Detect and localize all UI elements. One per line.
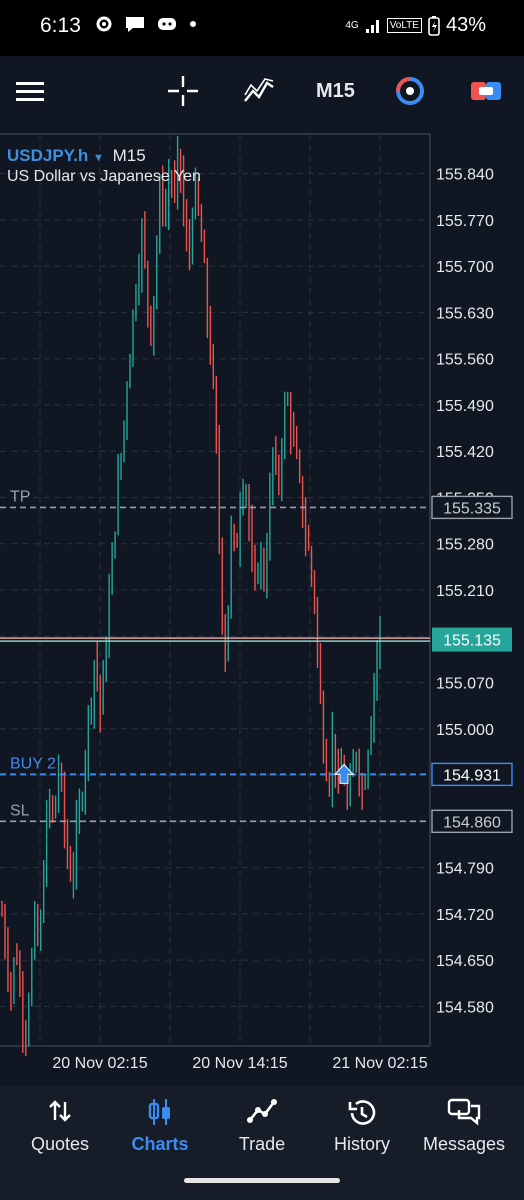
status-system-icons: 4G VoLTE 43% — [345, 14, 486, 37]
trade-line-icon — [247, 1099, 277, 1123]
current-price-label: 155.135 — [443, 633, 501, 650]
y-tick-label: 154.790 — [436, 861, 494, 878]
dot-icon — [190, 21, 196, 27]
y-tick-label: 155.280 — [436, 537, 494, 554]
x-tick-label: 20 Nov 02:15 — [52, 1055, 147, 1072]
crosshair-button[interactable] — [165, 56, 201, 126]
order-price-label: 155.335 — [443, 500, 501, 517]
network-type: 4G — [345, 20, 359, 31]
nav-label: History — [333, 1134, 390, 1154]
y-tick-label: 155.770 — [436, 213, 494, 230]
y-tick-label: 155.070 — [436, 676, 494, 693]
chevron-down-icon[interactable]: ▼ — [93, 152, 104, 164]
volte-badge: VoLTE — [386, 18, 422, 33]
symbol-timeframe: M15 — [112, 146, 146, 165]
order-level-label: SL — [10, 802, 30, 819]
timeframe-button[interactable]: M15 — [316, 80, 355, 103]
y-tick-label: 155.490 — [436, 398, 494, 415]
trade-button[interactable] — [466, 56, 506, 126]
y-tick-label: 155.420 — [436, 444, 494, 461]
menu-button[interactable] — [10, 56, 50, 126]
nav-label: Messages — [422, 1134, 506, 1154]
order-level-label: TP — [10, 488, 30, 505]
trade-switch-icon — [471, 82, 501, 100]
one-click-trading-icon — [396, 77, 424, 105]
one-click-trading-button[interactable] — [390, 56, 430, 126]
messages-icon — [447, 1098, 481, 1126]
nav-label: Quotes — [30, 1134, 90, 1154]
y-tick-label: 155.210 — [436, 583, 494, 600]
indicators-button[interactable] — [240, 56, 278, 126]
nav-messages[interactable]: Messages — [412, 1086, 516, 1166]
hamburger-menu-icon — [16, 82, 44, 101]
order-price-label: 154.931 — [443, 767, 501, 784]
history-clock-icon — [348, 1100, 376, 1125]
symbol-description: US Dollar vs Japanese Yen — [7, 168, 201, 185]
sort-arrows-icon — [49, 1100, 71, 1122]
price-chart[interactable]: 155.840 155.770 155.700 155.630 155.560 155.4… — [0, 130, 524, 1080]
symbol-name[interactable]: USDJPY.h — [7, 146, 88, 165]
candles-icon — [148, 1099, 170, 1125]
nav-charts[interactable]: Charts — [108, 1086, 212, 1166]
signal-icon — [365, 19, 379, 33]
symbol-header[interactable]: USDJPY.h ▼ M15 — [7, 146, 146, 166]
chat-bubble-icon — [126, 17, 144, 32]
y-tick-label: 154.720 — [436, 907, 494, 924]
home-indicator — [184, 1178, 340, 1183]
status-bar: 6:13 4G VoLTE 43% — [0, 0, 524, 56]
indicator-icon — [244, 78, 274, 102]
nav-label: Charts — [131, 1134, 189, 1154]
nav-history[interactable]: History — [310, 1086, 414, 1166]
battery-icon — [428, 15, 440, 36]
order-level-label: BUY 2 — [10, 755, 56, 772]
nav-trade[interactable]: Trade — [210, 1086, 314, 1166]
y-tick-label: 155.560 — [436, 352, 494, 369]
nav-label: Trade — [238, 1134, 286, 1154]
battery-percent: 43% — [445, 14, 486, 36]
nav-quotes[interactable]: Quotes — [8, 1086, 112, 1166]
discord-icon — [158, 18, 176, 30]
y-tick-label: 155.000 — [436, 722, 494, 739]
y-tick-label: 155.840 — [436, 167, 494, 184]
status-notification-icons — [94, 14, 198, 34]
crosshair-icon — [168, 76, 198, 106]
x-tick-label: 21 Nov 02:15 — [332, 1055, 427, 1072]
order-price-label: 154.860 — [443, 814, 501, 831]
y-tick-label: 154.650 — [436, 953, 494, 970]
y-tick-label: 155.630 — [436, 305, 494, 322]
gear-icon — [96, 16, 112, 32]
status-time: 6:13 — [40, 14, 81, 37]
chart-toolbar — [0, 56, 524, 126]
y-tick-label: 155.700 — [436, 259, 494, 276]
x-tick-label: 20 Nov 14:15 — [192, 1055, 287, 1072]
y-tick-label: 154.580 — [436, 999, 494, 1016]
